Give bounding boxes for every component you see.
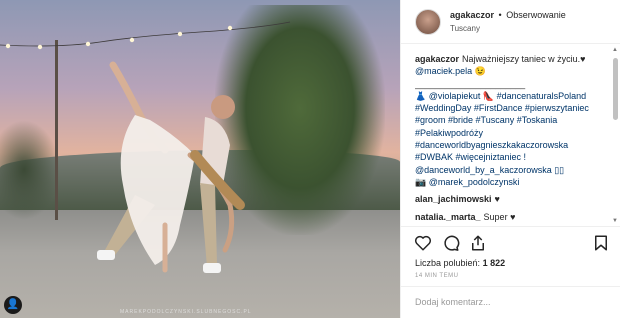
share-icon[interactable] [469,234,487,252]
caption: agakaczor Najważniejszy taniec w życiu.♥ [415,53,611,65]
comment-item: natalia._marta_ Super ♥ [415,211,611,223]
likes-label: Liczba polubień: [415,258,481,268]
add-comment-input[interactable]: Dodaj komentarz... [401,286,620,318]
comment-text: ♥ [494,194,500,205]
comment-text: Super ♥ [483,211,516,222]
comments-scrollbar[interactable] [613,58,618,120]
header-username[interactable]: agakaczor [450,10,494,20]
header-line: agakaczor • Obserwowanie [450,8,566,22]
caption-line[interactable]: @danceworld_by_a_kaczorowska ▯▯ [415,164,611,176]
caption-text: Najważniejszy taniec w życiu.♥ [462,54,586,64]
likes-count[interactable]: Liczba polubień: 1 822 [415,258,505,268]
comment-item: alan_jachimowski ♥ [415,193,611,205]
caption-line[interactable]: #groom #bride #Tuscany #Toskania [415,114,611,126]
post-timestamp: 14 MIN TEMU [415,273,459,279]
caption-line[interactable]: 📷 @marek_podolczynski [415,176,611,188]
comment-username[interactable]: alan_jachimowski [415,194,492,204]
photo-watermark: MAREKPODOLCZYNSKI.SLUBNEGOSC.PL [120,309,252,315]
caption-line[interactable]: #DWBAK #więcejniztaniec ! [415,151,611,163]
header-separator: • [498,9,502,20]
caption-line: ______________________ [415,78,526,89]
bookmark-icon[interactable] [592,234,610,252]
comments-area: agakaczor Najważniejszy taniec w życiu.♥ … [415,53,611,225]
avatar[interactable] [415,8,441,35]
comment-icon[interactable] [442,234,460,252]
follow-button[interactable]: Obserwowanie [506,10,566,20]
caption-line[interactable]: #WeddingDay #FirstDance #pierwszytaniec [415,102,611,114]
dancing-couple [97,61,245,273]
user-tag-icon[interactable]: 👤 [4,296,22,314]
caption-line[interactable]: #danceworldbyagnieszkakaczorowska [415,139,611,151]
heart-icon[interactable] [414,234,432,252]
likes-number: 1 822 [482,258,506,268]
caption-line[interactable]: #Pelakiwpodróży [415,127,611,139]
caption-line[interactable]: 👗 @violapiekut 👠 #dancenaturalsPoland [415,90,611,102]
post-side-panel: agakaczor • Obserwowanie Tuscany agakacz… [400,0,620,318]
location-link[interactable]: Tuscany [450,22,566,36]
header-text: agakaczor • Obserwowanie Tuscany [450,8,566,36]
scroll-up-arrow[interactable]: ▲ [612,47,618,53]
photo-tree-left [0,120,60,220]
caption-username[interactable]: agakaczor [415,54,459,64]
post-header: agakaczor • Obserwowanie Tuscany [401,0,620,44]
comment-username[interactable]: natalia._marta_ [415,212,481,222]
action-bar [401,226,620,256]
scroll-down-arrow[interactable]: ▼ [612,218,618,224]
caption-line[interactable]: @maciek.pela 😉 [415,65,611,77]
post-photo[interactable]: MAREKPODOLCZYNSKI.SLUBNEGOSC.PL 👤 [0,0,400,318]
